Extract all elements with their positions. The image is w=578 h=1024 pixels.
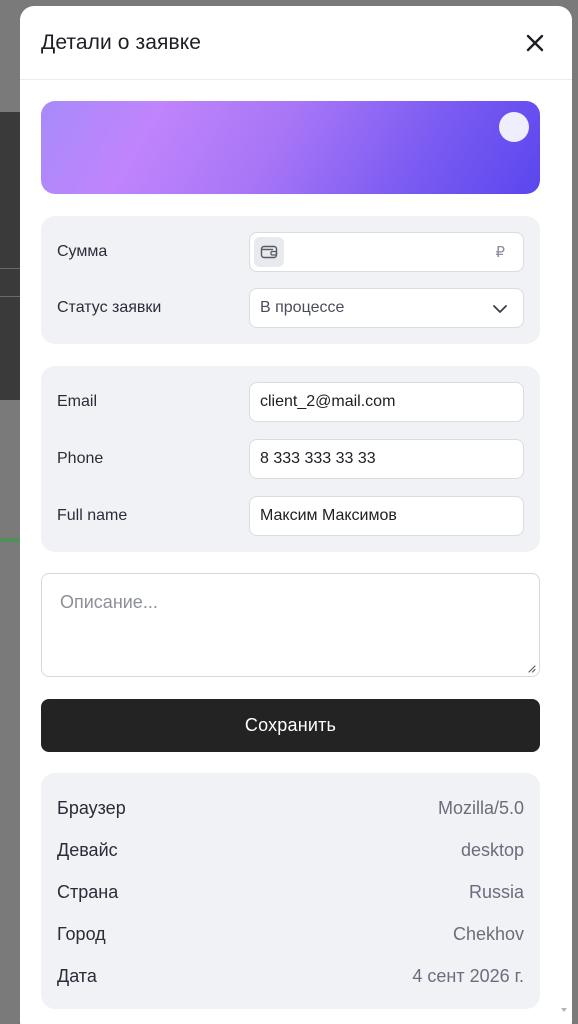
- amount-status-panel: Сумма ₽ Статус заявки В процессе: [41, 216, 540, 344]
- status-selected-value: В процессе: [260, 299, 345, 316]
- banner-toggle[interactable]: [499, 112, 529, 142]
- description-textarea[interactable]: Описание...: [41, 573, 540, 677]
- phone-row: Phone 8 333 333 33 33: [57, 439, 524, 479]
- info-key: Браузер: [57, 797, 126, 818]
- modal-title: Детали о заявке: [41, 30, 202, 54]
- chevron-down-icon: [493, 305, 507, 313]
- info-value: Russia: [468, 881, 524, 902]
- modal-content: Сумма ₽ Статус заявки В процессе Email c…: [20, 80, 572, 1009]
- amount-label: Сумма: [57, 243, 108, 260]
- phone-label: Phone: [57, 450, 104, 467]
- currency-symbol: ₽: [495, 244, 505, 261]
- close-icon: [526, 34, 544, 51]
- info-value: 4 сент 2026 г.: [412, 965, 524, 986]
- info-row: Страна Russia: [57, 871, 524, 913]
- info-value: Chekhov: [452, 923, 524, 944]
- full-name-field[interactable]: Максим Максимов: [249, 496, 524, 536]
- info-key: Город: [57, 923, 106, 944]
- gradient-banner: [41, 101, 540, 194]
- amount-input[interactable]: ₽: [249, 232, 524, 272]
- status-row: Статус заявки В процессе: [57, 288, 524, 328]
- full-name-label: Full name: [57, 507, 128, 524]
- info-value: Mozilla/5.0: [437, 797, 524, 818]
- status-select[interactable]: В процессе: [249, 288, 524, 328]
- email-row: Email client_2@mail.com: [57, 382, 524, 422]
- full-name-value: Максим Максимов: [260, 507, 397, 524]
- email-field[interactable]: client_2@mail.com: [249, 382, 524, 422]
- email-label: Email: [57, 393, 98, 410]
- info-row: Дата 4 сент 2026 г.: [57, 955, 524, 997]
- description-placeholder: Описание...: [60, 592, 158, 612]
- contact-panel: Email client_2@mail.com Phone 8 333 333 …: [41, 366, 540, 552]
- wallet-icon-box: [254, 237, 284, 267]
- request-details-modal: Детали о заявке Сумма ₽ Статус заявки В …: [20, 6, 572, 1024]
- close-button[interactable]: [518, 26, 552, 60]
- save-button[interactable]: Сохранить: [41, 699, 540, 752]
- scroll-down-icon[interactable]: [560, 1006, 568, 1014]
- info-key: Дата: [57, 965, 97, 986]
- full-name-row: Full name Максим Максимов: [57, 496, 524, 536]
- info-row: Браузер Mozilla/5.0: [57, 787, 524, 829]
- resize-grip-icon[interactable]: [526, 663, 536, 673]
- amount-row: Сумма ₽: [57, 232, 524, 272]
- info-value: desktop: [460, 839, 524, 860]
- email-value: client_2@mail.com: [260, 393, 396, 410]
- phone-field[interactable]: 8 333 333 33 33: [249, 439, 524, 479]
- info-key: Девайс: [57, 839, 118, 860]
- request-info-panel: Браузер Mozilla/5.0 Девайс desktop Стран…: [41, 773, 540, 1009]
- info-key: Страна: [57, 881, 119, 902]
- info-row: Город Chekhov: [57, 913, 524, 955]
- modal-header: Детали о заявке: [20, 6, 572, 80]
- status-label: Статус заявки: [57, 299, 162, 316]
- phone-value: 8 333 333 33 33: [260, 450, 376, 467]
- info-row: Девайс desktop: [57, 829, 524, 871]
- wallet-icon: [260, 245, 278, 259]
